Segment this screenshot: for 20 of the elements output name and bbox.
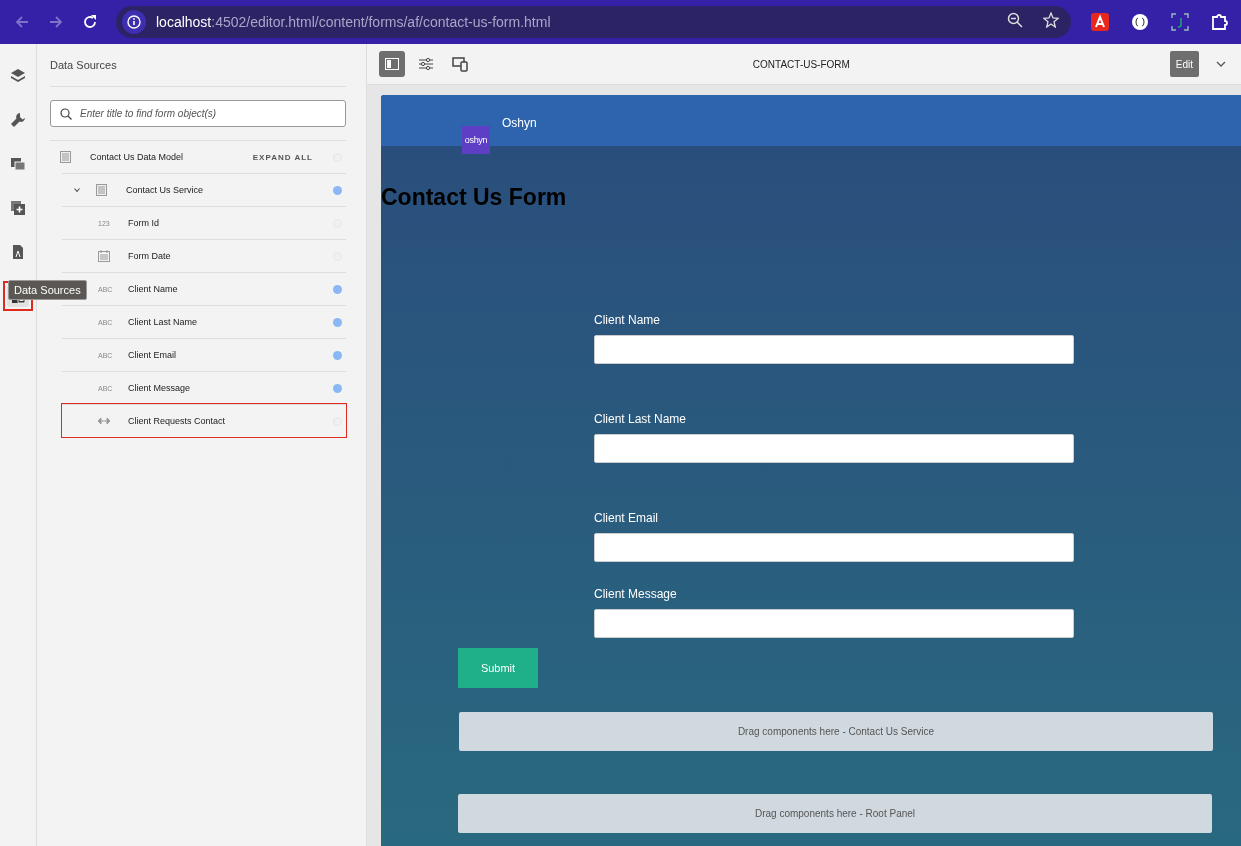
field-label: Client Email [594, 511, 659, 525]
url-text: localhost:4502/editor.html/content/forms/af/contact-us-form.html [156, 14, 552, 30]
form-heading: Contact Us Form [381, 184, 568, 211]
tree-item-label: Client Name [128, 284, 179, 294]
tree-item-label: Client Message [128, 383, 192, 393]
tree-item-label: Client Email [128, 350, 177, 360]
field-label: Client Last Name [594, 412, 687, 426]
tree-item-label: Contact Us Data Model [90, 152, 185, 162]
panel-title: Data Sources [50, 44, 346, 87]
tree-item-label: Form Date [128, 251, 172, 261]
tree-item-label: Client Requests Contact [128, 416, 227, 426]
tree-item-label: Form Id [128, 218, 160, 228]
tooltip: Data Sources [8, 280, 87, 300]
logo: oshyn [462, 126, 490, 154]
page-title: CONTACT-US-FORM [751, 58, 851, 70]
field-label: Client Message [594, 587, 677, 601]
brand-name: Oshyn [502, 116, 537, 130]
field-label: Client Name [594, 313, 661, 327]
tree-item-label: Client Last Name [128, 317, 199, 327]
tree-item-label: Contact Us Service [126, 185, 205, 195]
